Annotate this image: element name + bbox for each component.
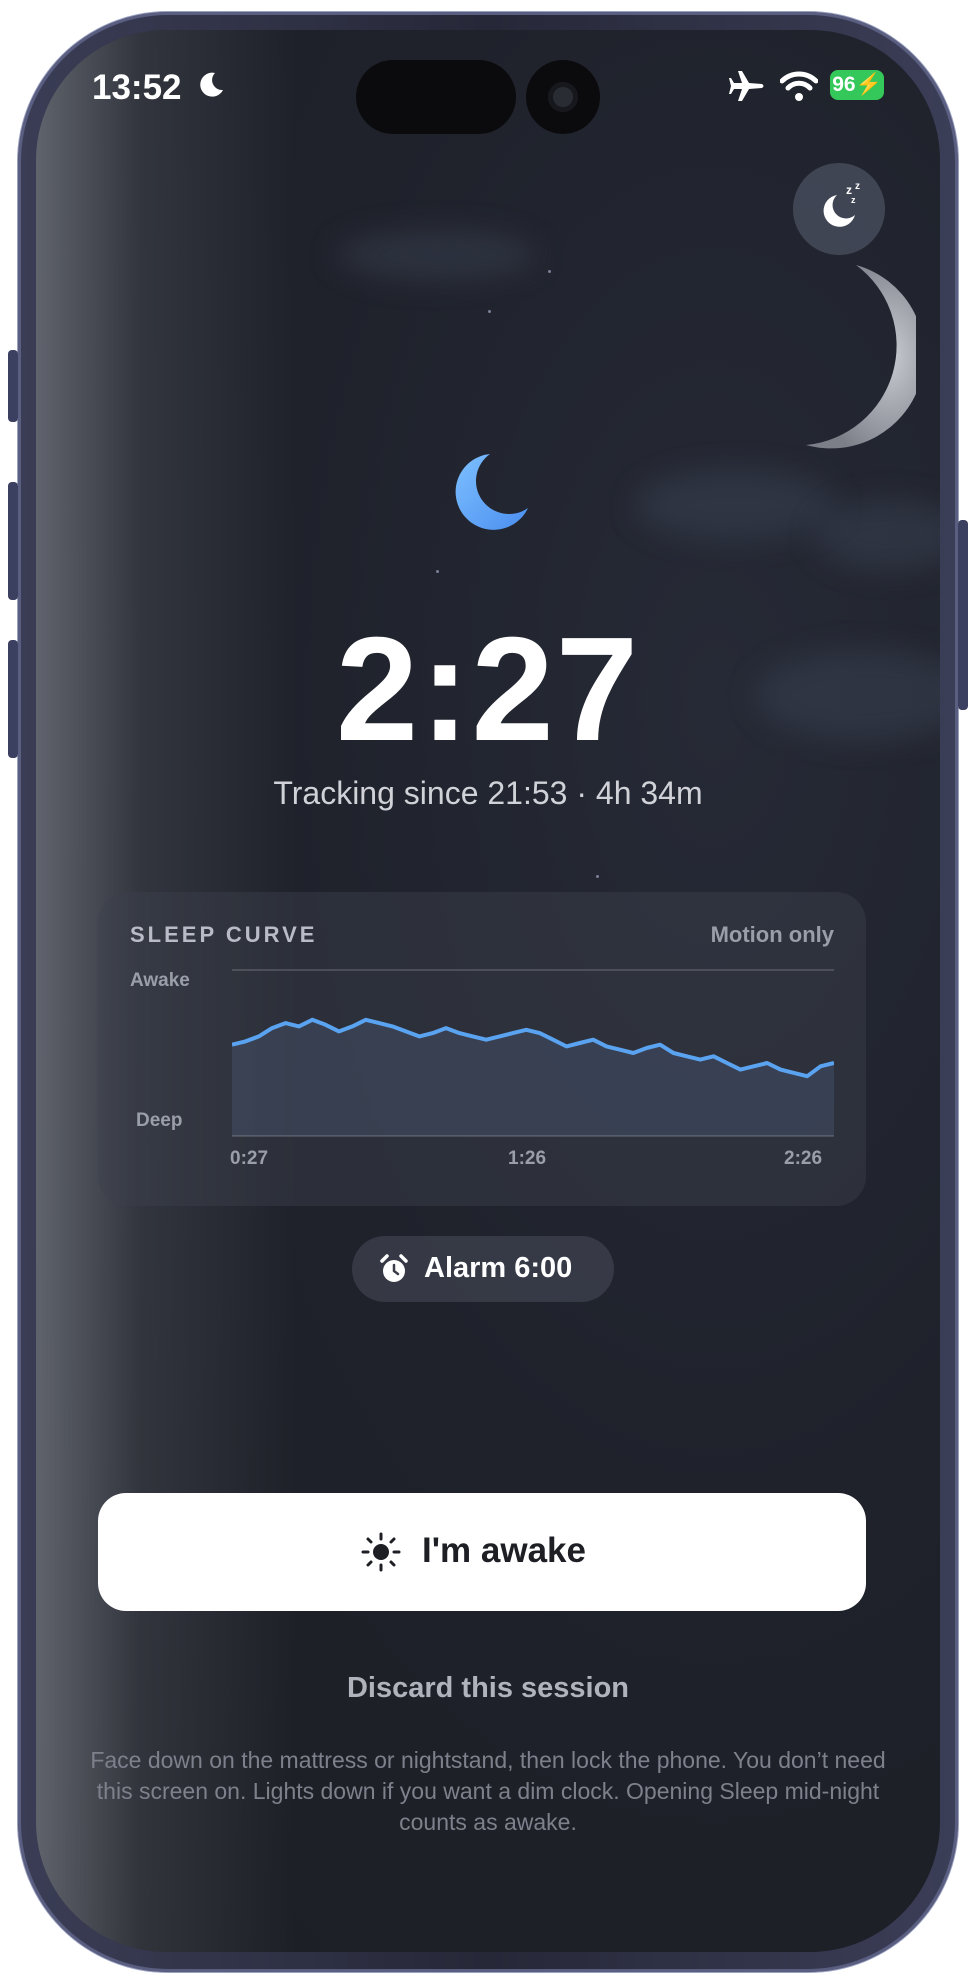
star [488,310,491,313]
cloud [636,470,836,540]
app-screen: 13:52 96⚡ z z z 2:27 Tracking since 21:5… [36,30,940,1952]
sleep-curve-area [232,1019,834,1136]
sleep-curve-chart [232,969,834,1137]
airplane-icon [729,71,764,101]
crescent-moon-decoration [806,265,916,449]
alarm-label: Alarm 6:00 [424,1252,573,1284]
svg-text:z: z [851,195,856,205]
sleep-zzz-icon: z z z [823,181,860,227]
x-tick-label: 2:26 [784,1148,823,1169]
x-tick-label: 0:27 [230,1148,269,1169]
im-awake-label: I'm awake [422,1531,586,1570]
usage-hint: Face down on the mattress or nightstand,… [90,1747,886,1835]
star [596,875,599,878]
front-camera [526,60,600,134]
tracking-mode: Motion only [710,922,834,947]
power-button [958,520,968,710]
volume-down-button [8,640,18,758]
alarm-pill[interactable]: Alarm 6:00 [352,1236,614,1302]
battery-level: 96 [832,73,856,96]
status-time: 13:52 [92,68,182,107]
battery-charging-icon: 96⚡ [830,70,884,100]
moon-icon [200,72,223,97]
star [436,570,439,573]
moon-icon [455,454,528,530]
silent-switch [8,350,18,422]
tracking-info: Tracking since 21:53 · 4h 34m [273,775,703,811]
sleep-mode-button[interactable]: z z z [793,163,885,255]
elapsed-clock: 2:27 [335,607,641,772]
x-tick-label: 1:26 [508,1148,547,1169]
cloud [816,500,940,570]
star [548,270,551,273]
svg-text:z: z [855,181,860,192]
y-label-deep: Deep [136,1110,183,1131]
sleep-curve-card: SLEEP CURVE Motion only Awake Deep 0:27 … [98,892,866,1206]
sun-icon [361,1532,401,1572]
discard-session-link[interactable]: Discard this session [36,1672,940,1705]
volume-up-button [8,482,18,600]
cloud [336,230,536,280]
card-title: SLEEP CURVE [130,922,318,947]
wifi-icon [780,71,818,101]
im-awake-button[interactable]: I'm awake [98,1493,866,1611]
y-label-awake: Awake [130,970,190,991]
alarm-clock-icon [380,1254,408,1282]
dynamic-island [356,60,516,134]
